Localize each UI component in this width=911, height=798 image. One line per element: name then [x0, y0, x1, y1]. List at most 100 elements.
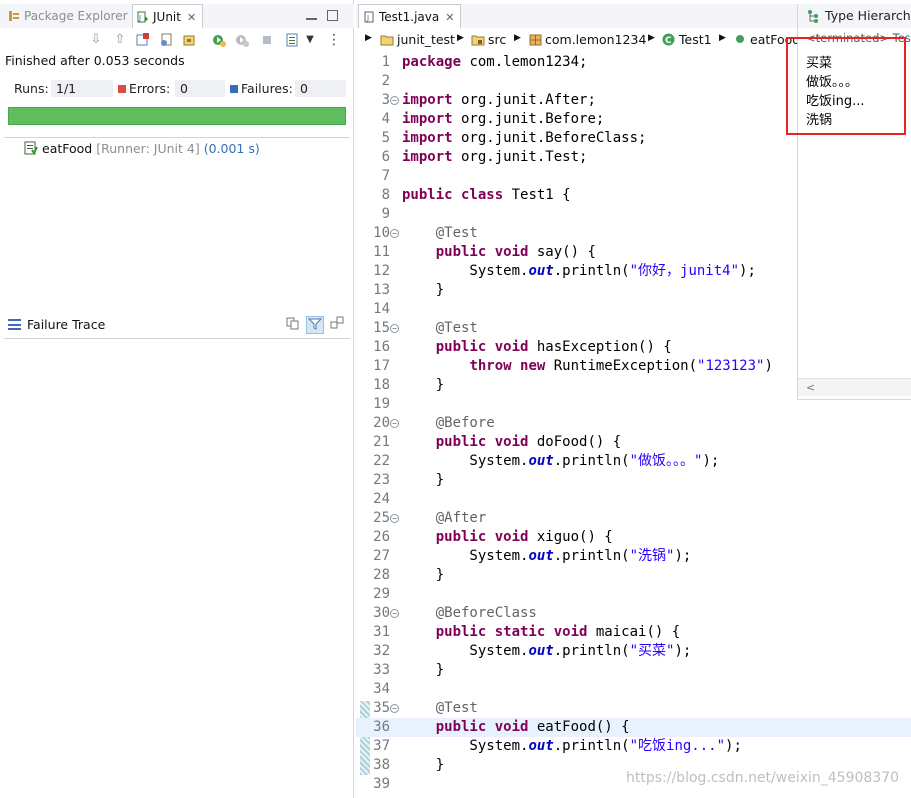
code-token: } [402, 757, 445, 773]
code-token: .println( [553, 643, 630, 659]
code-line[interactable]: 37 System.out.println("吃饭ing..."); [356, 737, 911, 756]
class-icon: C [662, 33, 675, 46]
scroll-lock-icon[interactable] [181, 32, 197, 48]
minimize-icon[interactable] [306, 18, 317, 20]
chevron-right-icon: ▶ [457, 33, 464, 43]
code-token: System. [402, 738, 529, 754]
scroll-left-icon[interactable]: < [806, 381, 815, 394]
close-icon[interactable]: ✕ [445, 11, 454, 24]
code-line[interactable]: 24 [356, 490, 911, 509]
breadcrumb-item-package[interactable]: com.lemon1234 [529, 32, 646, 47]
fold-toggle-icon[interactable]: − [390, 514, 399, 523]
code-token: .println( [553, 738, 630, 754]
errors-label-group: Errors: [118, 81, 170, 96]
code-line[interactable]: 21 public void doFood() { [356, 433, 911, 452]
breadcrumb-item-src[interactable]: src [471, 32, 506, 47]
show-skipped-icon[interactable] [158, 32, 174, 48]
line-number: 21 [373, 434, 390, 450]
code-token: maicai() { [587, 624, 681, 640]
code-line[interactable]: 30− @BeforeClass [356, 604, 911, 623]
code-line[interactable]: 28 } [356, 566, 911, 585]
package-explorer-icon [8, 6, 20, 21]
code-token: ); [702, 453, 720, 469]
code-line[interactable]: 31 public static void maicai() { [356, 623, 911, 642]
fold-toggle-icon[interactable]: − [390, 419, 399, 428]
chevron-right-icon: ▶ [514, 33, 521, 43]
line-number: 16 [373, 339, 390, 355]
compare-result-icon[interactable] [284, 316, 302, 334]
previous-failure-icon[interactable]: ⇧ [112, 32, 128, 48]
code-text: System.out.println("你好，junit4"); [402, 262, 755, 281]
close-icon[interactable]: ✕ [187, 11, 196, 24]
code-text: System.out.println("做饭。。。"); [402, 452, 719, 471]
rerun-failures-first-icon[interactable] [234, 32, 250, 48]
line-number: 13 [373, 282, 390, 298]
copy-trace-icon[interactable] [328, 316, 346, 334]
runs-label: Runs: [14, 81, 49, 96]
code-token: org.junit.After; [452, 92, 596, 108]
code-token: "123123" [697, 358, 765, 374]
stop-run-icon[interactable] [259, 32, 275, 48]
code-text: } [402, 281, 444, 300]
chevron-right-icon: ▶ [648, 33, 655, 43]
view-menu-icon[interactable]: ⋮ [326, 32, 342, 48]
code-line[interactable]: 20− @Before [356, 414, 911, 433]
horizontal-scrollbar[interactable]: < [798, 378, 911, 396]
show-failures-only-icon[interactable] [134, 32, 150, 48]
line-number: 23 [373, 472, 390, 488]
fold-toggle-icon[interactable]: − [390, 229, 399, 238]
fold-toggle-icon[interactable]: − [390, 96, 399, 105]
code-line[interactable]: 34 [356, 680, 911, 699]
maximize-icon[interactable] [327, 10, 338, 21]
code-line[interactable]: 22 System.out.println("做饭。。。"); [356, 452, 911, 471]
tab-package-explorer[interactable]: Package Explorer [8, 4, 128, 28]
code-text: throw new RuntimeException("123123") [402, 357, 772, 376]
line-number: 5 [381, 130, 390, 146]
code-line[interactable]: 26 public void xiguo() { [356, 528, 911, 547]
line-number: 9 [381, 206, 390, 222]
code-token: "吃饭ing..." [629, 738, 726, 754]
fold-toggle-icon[interactable]: − [390, 324, 399, 333]
code-line[interactable]: 25− @After [356, 509, 911, 528]
chevron-right-icon: ▶ [719, 33, 726, 43]
rerun-test-icon[interactable] [211, 32, 227, 48]
code-text: } [402, 756, 444, 775]
code-token: System. [402, 548, 529, 564]
code-line[interactable]: 23 } [356, 471, 911, 490]
code-token: ); [674, 643, 692, 659]
fold-toggle-icon[interactable]: − [390, 609, 399, 618]
next-failure-icon[interactable]: ⇩ [88, 32, 104, 48]
code-line[interactable]: 33 } [356, 661, 911, 680]
test-result-row[interactable]: eatFood [Runner: JUnit 4] (0.001 s) [24, 141, 260, 156]
code-line[interactable]: 36 public void eatFood() { [356, 718, 911, 737]
code-token: out [528, 453, 554, 469]
code-text: public void hasException() { [402, 338, 672, 357]
code-line[interactable]: 29 [356, 585, 911, 604]
code-line[interactable]: 35− @Test [356, 699, 911, 718]
code-token: System. [402, 453, 529, 469]
code-line[interactable]: 27 System.out.println("洗锅"); [356, 547, 911, 566]
tab-junit[interactable]: J JUnit ✕ [132, 4, 204, 28]
test-run-history-icon[interactable] [284, 32, 300, 48]
public-method-icon [736, 35, 744, 43]
tab-test1-java[interactable]: J Test1.java ✕ [358, 4, 462, 28]
code-token: public void [435, 529, 529, 545]
breadcrumb-item-class[interactable]: C Test1 [662, 32, 712, 47]
code-line[interactable]: 32 System.out.println("买菜"); [356, 642, 911, 661]
fold-toggle-icon[interactable]: − [390, 704, 399, 713]
code-token: @After [435, 510, 487, 526]
filter-stack-trace-icon[interactable] [306, 316, 324, 334]
code-token: Test1 { [503, 187, 571, 203]
history-dropdown-icon[interactable]: ▼ [302, 32, 318, 48]
code-token: .println( [553, 548, 630, 564]
svg-text:J: J [366, 14, 369, 22]
line-number: 6 [381, 149, 390, 165]
tab-type-hierarchy[interactable]: Type Hierarchy [798, 4, 911, 28]
breadcrumb-item-project[interactable]: junit_test [380, 32, 455, 47]
test-runner: [Runner: JUnit 4] [96, 141, 200, 156]
line-number: 28 [373, 567, 390, 583]
